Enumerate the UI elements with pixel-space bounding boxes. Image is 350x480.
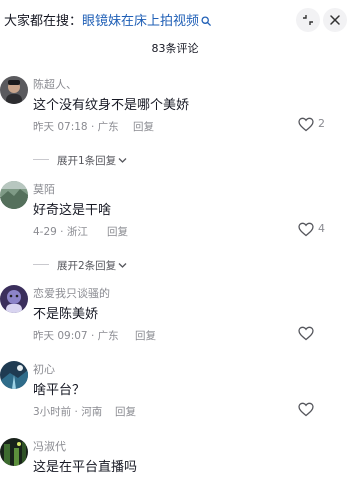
comment-text: 这是在平台直播吗	[33, 460, 138, 475]
avatar[interactable]	[0, 76, 28, 104]
comment-location: 浙江	[66, 226, 88, 238]
divider	[33, 159, 49, 160]
meta-separator: ·	[87, 121, 98, 133]
expand-replies-button[interactable]: 展开2条回复	[33, 254, 127, 273]
comment-username[interactable]: 恋爱我只谈骚的	[33, 285, 110, 301]
chevron-down-icon	[118, 149, 127, 168]
meta-separator: ·	[56, 226, 67, 238]
close-button[interactable]	[323, 8, 347, 32]
like-count: 2	[318, 117, 325, 130]
avatar[interactable]	[0, 438, 28, 466]
comment-location: 河南	[81, 406, 103, 418]
comment-username[interactable]: 莫陌	[33, 181, 55, 197]
comment-location: 广东	[97, 330, 119, 342]
comment-time: 昨天 09:07	[33, 330, 88, 342]
meta-separator: ·	[71, 406, 82, 418]
comment-meta: 3小时前 · 河南	[33, 404, 102, 419]
reply-button[interactable]: 回复	[135, 328, 156, 343]
expand-replies-button[interactable]: 展开1条回复	[33, 149, 127, 168]
avatar[interactable]	[0, 285, 28, 313]
collapse-button[interactable]	[296, 8, 320, 32]
comment-time: 3小时前	[33, 406, 72, 418]
search-suggestion-prefix: 大家都在搜：	[4, 14, 83, 29]
chevron-down-icon	[118, 254, 127, 273]
avatar[interactable]	[0, 181, 28, 209]
reply-button[interactable]: 回复	[133, 119, 154, 134]
like-button[interactable]	[298, 401, 348, 419]
like-button[interactable]: 4	[298, 221, 348, 239]
comment-username[interactable]: 陈超人、	[33, 76, 77, 92]
reply-button[interactable]: 回复	[107, 224, 128, 239]
search-suggestion-query[interactable]: 眼镜妹在床上拍视频	[82, 14, 199, 29]
comment-username[interactable]: 初心	[33, 361, 55, 377]
avatar[interactable]	[0, 361, 28, 389]
like-count: 4	[318, 222, 325, 235]
comment-meta: 昨天 07:18 · 广东	[33, 119, 119, 134]
comment-meta: 昨天 09:07 · 广东	[33, 328, 119, 343]
search-icon[interactable]	[201, 15, 211, 30]
comment-location: 广东	[97, 121, 119, 133]
expand-replies-label: 展开2条回复	[57, 260, 117, 272]
comment-count: 83条评论	[151, 42, 199, 55]
comment-text: 啥平台？	[33, 383, 86, 398]
comment-meta: 4-29 · 浙江	[33, 224, 88, 239]
divider	[33, 264, 49, 265]
expand-replies-label: 展开1条回复	[57, 155, 117, 167]
comment-text: 这个没有纹身不是哪个美娇	[33, 98, 190, 113]
search-suggestion[interactable]: 大家都在搜：眼镜妹在床上拍视频	[4, 10, 211, 30]
comment-text: 不是陈美娇	[33, 307, 99, 322]
top-bar: 大家都在搜：眼镜妹在床上拍视频	[0, 0, 350, 36]
like-button[interactable]	[298, 325, 348, 343]
comment-time: 4-29	[33, 226, 57, 238]
reply-button[interactable]: 回复	[115, 404, 136, 419]
like-button[interactable]: 2	[298, 116, 348, 134]
meta-separator: ·	[87, 330, 98, 342]
comment-text: 好奇这是干啥	[33, 203, 112, 218]
comment-time: 昨天 07:18	[33, 121, 88, 133]
comment-username[interactable]: 冯淑代	[33, 438, 66, 454]
